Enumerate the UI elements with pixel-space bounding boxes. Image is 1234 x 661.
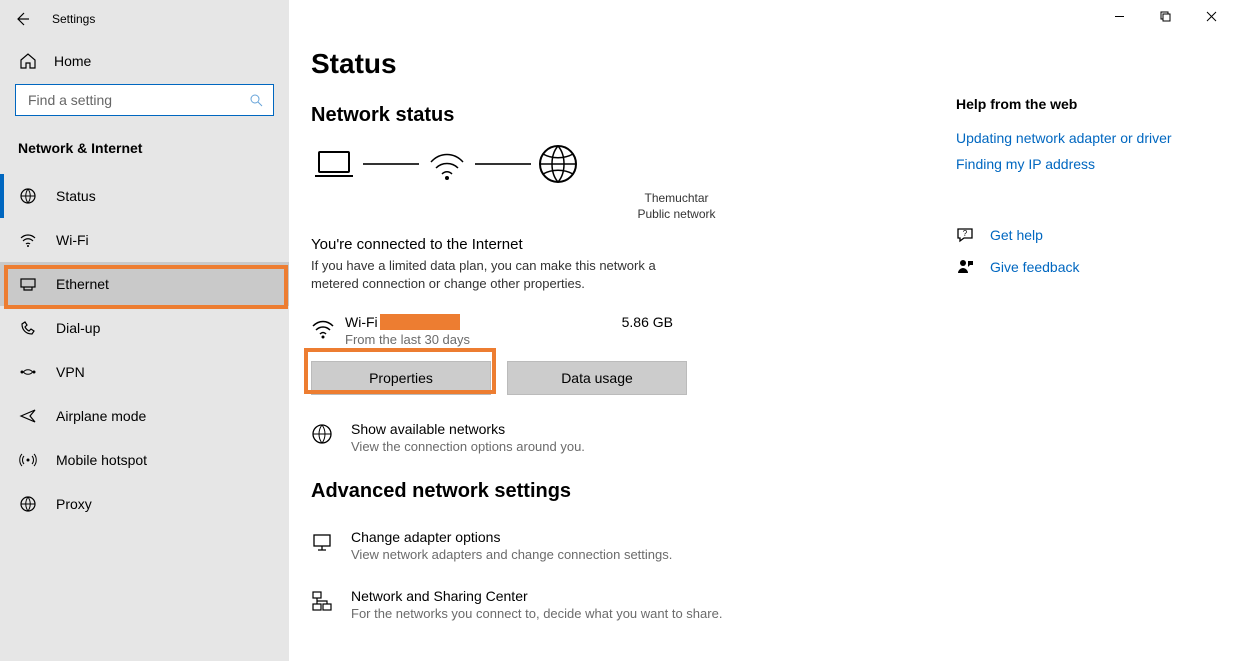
- sidebar: Settings Home Network & Internet Status: [0, 0, 289, 661]
- nav-list: Status Wi-Fi Ethernet Dial-up VPN Airpla…: [0, 174, 289, 526]
- airplane-icon: [18, 407, 38, 425]
- nav-item-vpn[interactable]: VPN: [0, 350, 289, 394]
- connected-heading: You're connected to the Internet: [311, 236, 936, 253]
- wifi-icon: [311, 314, 345, 341]
- nav-label: Status: [56, 188, 96, 204]
- monitor-icon: [311, 529, 333, 562]
- advanced-heading: Advanced network settings: [311, 480, 936, 503]
- nav-label: Wi-Fi: [56, 232, 89, 248]
- nav-label: Mobile hotspot: [56, 452, 147, 468]
- network-diagram: [311, 143, 936, 185]
- laptop-icon: [311, 146, 357, 182]
- network-icon: [311, 588, 333, 621]
- nav-item-wifi[interactable]: Wi-Fi: [0, 218, 289, 262]
- maximize-button[interactable]: [1142, 0, 1188, 32]
- globe-icon: [537, 143, 579, 185]
- help-link[interactable]: Updating network adapter or driver: [956, 130, 1206, 146]
- window-controls: [1096, 0, 1234, 32]
- option-title: Network and Sharing Center: [351, 588, 722, 604]
- chat-icon: ?: [956, 226, 974, 244]
- wifi-subtext: From the last 30 days: [345, 332, 470, 347]
- option-desc: For the networks you connect to, decide …: [351, 606, 722, 621]
- nav-item-ethernet[interactable]: Ethernet: [0, 262, 289, 306]
- search-icon: [249, 93, 263, 107]
- minimize-button[interactable]: [1096, 0, 1142, 32]
- feedback-icon: [956, 258, 974, 276]
- category-heading: Network & Internet: [0, 134, 289, 174]
- proxy-icon: [18, 495, 38, 513]
- search-input-wrap[interactable]: [15, 84, 274, 116]
- home-label: Home: [54, 53, 91, 69]
- wifi-icon: [18, 231, 38, 249]
- close-button[interactable]: [1188, 0, 1234, 32]
- network-status-heading: Network status: [311, 104, 936, 127]
- sharing-center-option[interactable]: Network and Sharing Center For the netwo…: [311, 588, 936, 621]
- back-button[interactable]: [14, 11, 30, 27]
- help-heading: Help from the web: [956, 96, 1206, 112]
- nav-label: Airplane mode: [56, 408, 146, 424]
- get-help-row[interactable]: ? Get help: [956, 226, 1206, 244]
- nav-item-hotspot[interactable]: Mobile hotspot: [0, 438, 289, 482]
- help-column: Help from the web Updating network adapt…: [956, 48, 1206, 661]
- home-button[interactable]: Home: [0, 38, 289, 84]
- home-icon: [18, 52, 38, 70]
- nav-label: Proxy: [56, 496, 92, 512]
- hotspot-icon: [18, 451, 38, 469]
- nav-item-proxy[interactable]: Proxy: [0, 482, 289, 526]
- nav-item-airplane[interactable]: Airplane mode: [0, 394, 289, 438]
- data-usage-button[interactable]: Data usage: [507, 361, 687, 395]
- help-link[interactable]: Finding my IP address: [956, 156, 1206, 172]
- properties-button[interactable]: Properties: [311, 361, 491, 395]
- vpn-icon: [18, 365, 38, 379]
- nav-label: VPN: [56, 364, 85, 380]
- nav-item-dialup[interactable]: Dial-up: [0, 306, 289, 350]
- status-icon: [18, 187, 38, 205]
- data-amount: 5.86 GB: [622, 314, 681, 330]
- search-input[interactable]: [26, 91, 249, 109]
- svg-text:?: ?: [963, 229, 968, 238]
- show-networks-option[interactable]: Show available networks View the connect…: [311, 421, 936, 454]
- dialup-icon: [18, 319, 38, 337]
- connected-desc: If you have a limited data plan, you can…: [311, 257, 681, 292]
- diagram-caption: Themuchtar Public network: [417, 191, 936, 222]
- window-title: Settings: [52, 12, 95, 26]
- redacted-ssid: [380, 314, 460, 330]
- option-desc: View the connection options around you.: [351, 439, 585, 454]
- wifi-large-icon: [425, 146, 469, 182]
- option-desc: View network adapters and change connect…: [351, 547, 672, 562]
- ethernet-icon: [18, 275, 38, 293]
- page-title: Status: [311, 48, 936, 80]
- nav-label: Ethernet: [56, 276, 109, 292]
- option-title: Show available networks: [351, 421, 585, 437]
- nav-item-status[interactable]: Status: [0, 174, 289, 218]
- globe-small-icon: [311, 421, 333, 454]
- option-title: Change adapter options: [351, 529, 672, 545]
- adapter-options[interactable]: Change adapter options View network adap…: [311, 529, 936, 562]
- wifi-label: Wi-Fi: [345, 314, 378, 330]
- feedback-row[interactable]: Give feedback: [956, 258, 1206, 276]
- nav-label: Dial-up: [56, 320, 100, 336]
- current-network-row: Wi-Fi From the last 30 days 5.86 GB: [311, 314, 681, 347]
- main-content: Status Network status Themuchtar Public …: [289, 0, 1234, 661]
